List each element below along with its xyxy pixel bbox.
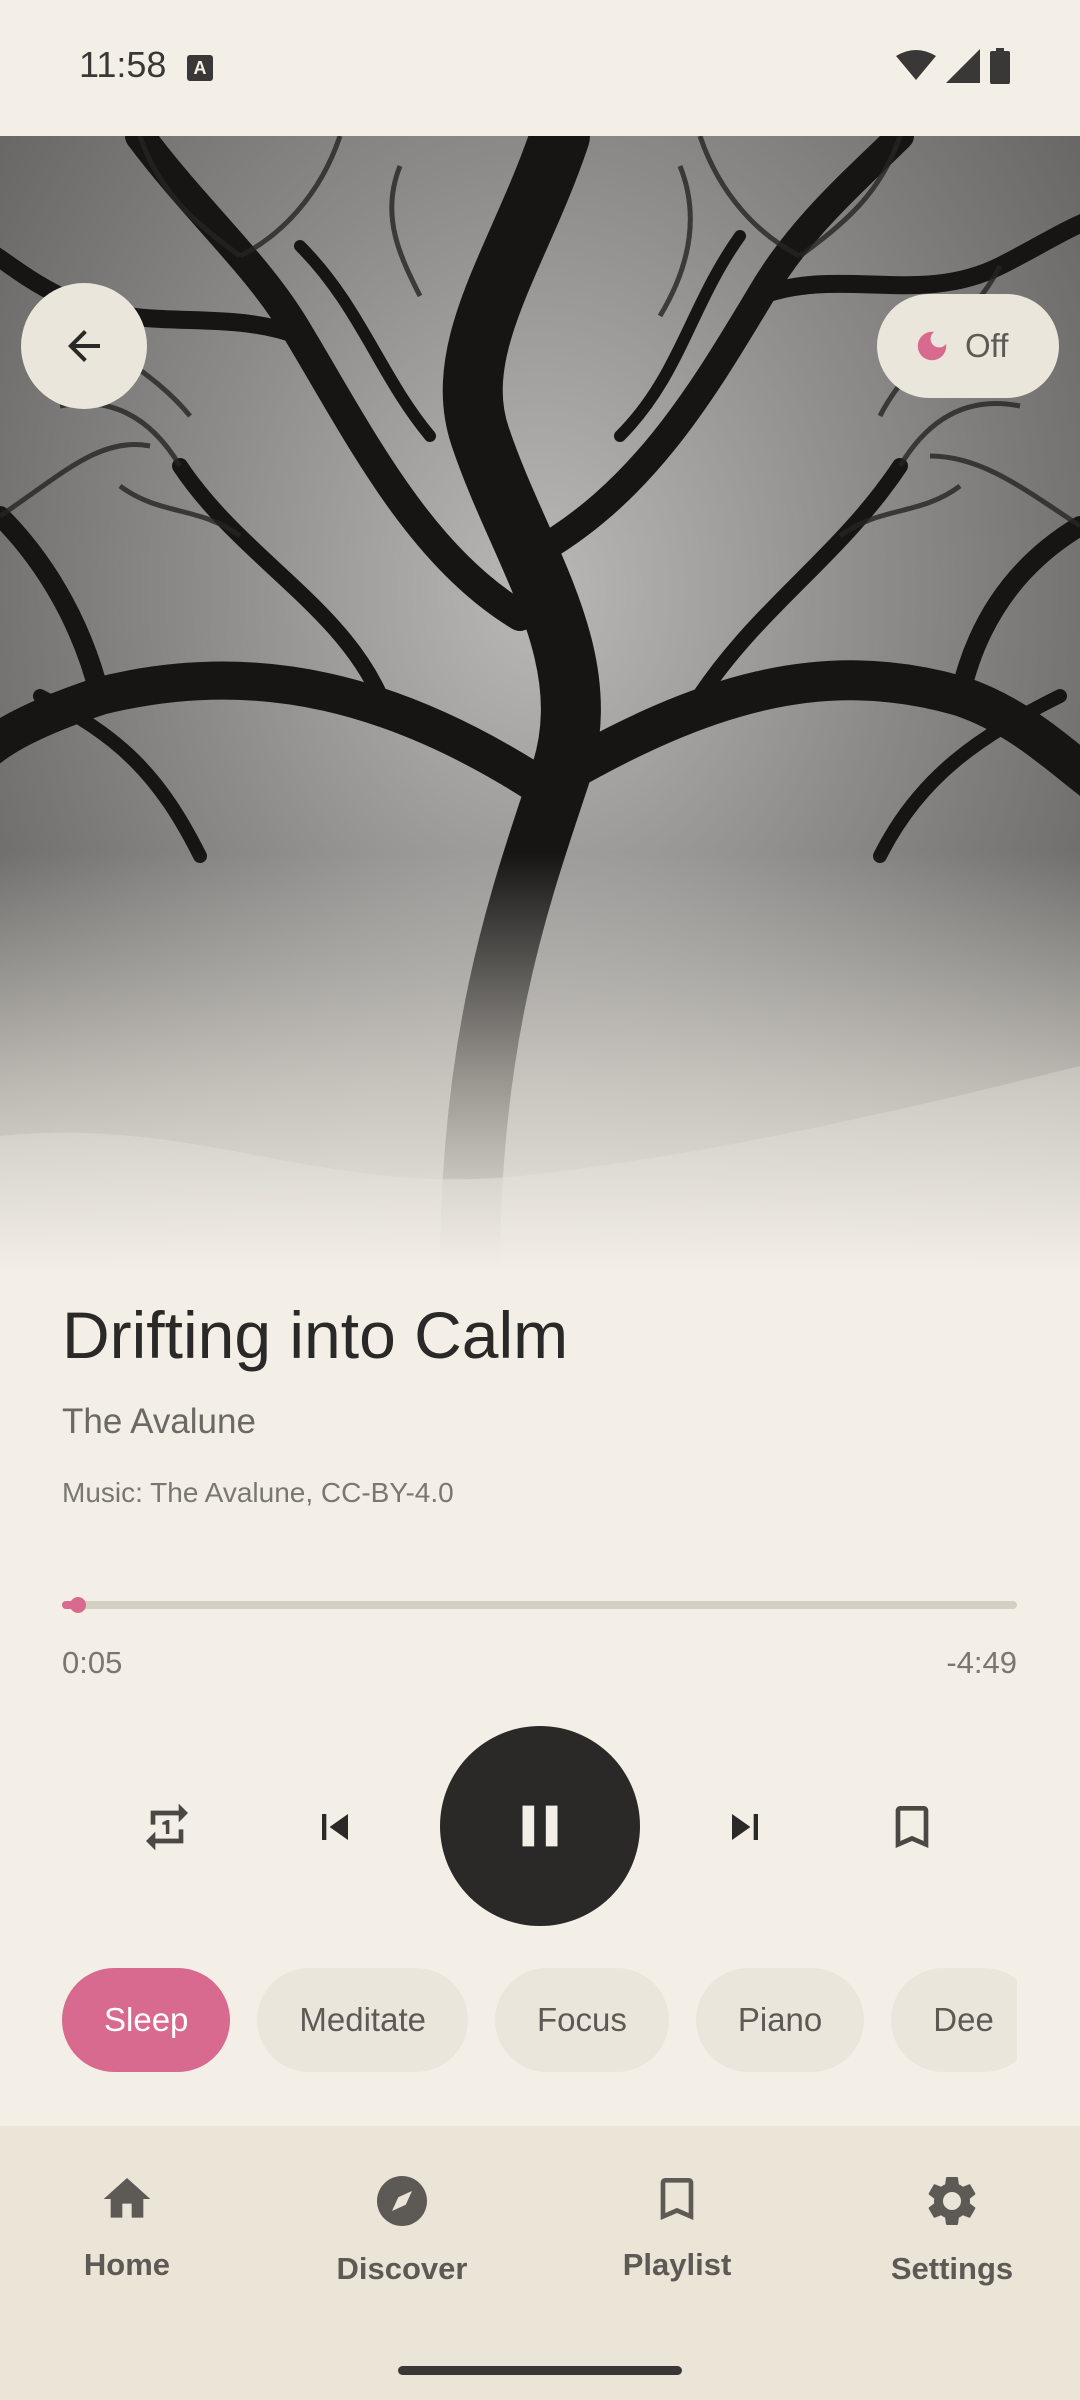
wifi-icon: [896, 50, 936, 80]
track-artist: The Avalune: [62, 1402, 256, 1441]
nav-settings[interactable]: Settings: [852, 2171, 1052, 2287]
bookmark-icon: [660, 2178, 694, 2220]
bookmark-button[interactable]: [877, 1792, 947, 1862]
chip-piano[interactable]: Piano: [695, 1968, 865, 2072]
progress-slider[interactable]: [62, 1597, 1017, 1613]
nav-home[interactable]: Home: [27, 2171, 227, 2283]
battery-icon: [990, 48, 1010, 84]
status-bar: 11:58 A: [0, 0, 1080, 136]
category-chips: Sleep Meditate Focus Piano Dee: [62, 1968, 1017, 2072]
track-title: Drifting into Calm: [62, 1298, 569, 1372]
time-remaining: -4:49: [946, 1645, 1017, 1680]
cellular-icon: [946, 49, 980, 83]
time-elapsed: 0:05: [62, 1645, 123, 1680]
sleep-timer-label: Off: [965, 327, 1009, 364]
bookmark-icon: [895, 1806, 929, 1848]
chip-label: Focus: [536, 2001, 627, 2038]
chip-label: Dee: [933, 2001, 994, 2038]
skip-next-button[interactable]: [710, 1792, 780, 1862]
repeat-button[interactable]: [132, 1792, 202, 1862]
moon-icon: [917, 331, 947, 361]
repeat-one-icon: [146, 1803, 188, 1851]
chip-sleep[interactable]: Sleep: [62, 1968, 231, 2072]
progress-thumb[interactable]: [70, 1597, 86, 1613]
nav-discover-label: Discover: [336, 2251, 468, 2286]
bottom-navigation: Home Discover Playlist Settings: [0, 2126, 1080, 2400]
notification-icon: A: [187, 55, 213, 81]
nav-playlist-label: Playlist: [622, 2247, 732, 2282]
chip-label: Piano: [737, 2001, 823, 2038]
pause-button[interactable]: [440, 1726, 640, 1926]
nav-home-label: Home: [83, 2247, 171, 2282]
sleep-timer-toggle[interactable]: Off: [877, 294, 1059, 398]
arrow-back-icon: [68, 330, 100, 362]
skip-previous-icon: [322, 1814, 348, 1840]
nav-playlist[interactable]: Playlist: [577, 2171, 777, 2283]
chip-focus[interactable]: Focus: [494, 1968, 669, 2072]
chip-label: Sleep: [104, 2001, 189, 2038]
skip-next-icon: [732, 1814, 758, 1840]
status-icons: [896, 48, 1010, 84]
skip-previous-button[interactable]: [300, 1792, 370, 1862]
gesture-handle: [398, 2366, 682, 2375]
nav-discover[interactable]: Discover: [302, 2171, 502, 2287]
gear-icon: [928, 2177, 976, 2225]
pause-icon: [522, 1805, 558, 1847]
chip-meditate[interactable]: Meditate: [257, 1968, 468, 2072]
back-button[interactable]: [21, 283, 147, 409]
chip-deep[interactable]: Dee: [891, 1968, 1017, 2072]
hero-fade: [0, 852, 1080, 1272]
chip-label: Meditate: [299, 2001, 426, 2038]
home-icon: [103, 2178, 151, 2218]
nav-settings-label: Settings: [890, 2251, 1014, 2286]
track-credit: Music: The Avalune, CC-BY-4.0: [62, 1477, 454, 1508]
status-time: 11:58: [79, 44, 167, 85]
compass-icon: [377, 2176, 427, 2226]
